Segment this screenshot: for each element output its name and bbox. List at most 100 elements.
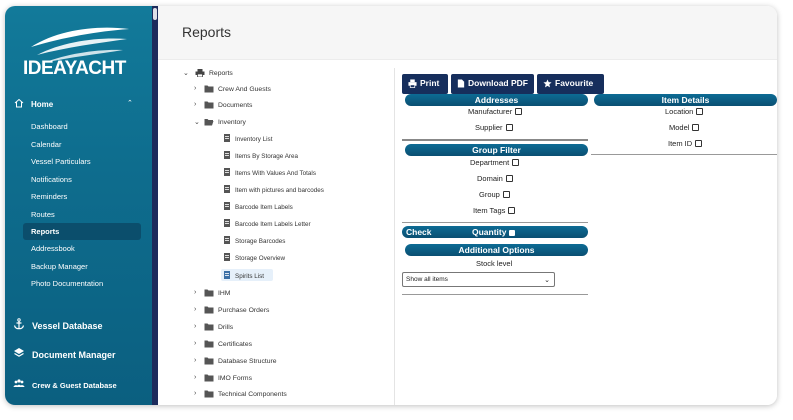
scrollbar-thumb[interactable] — [153, 8, 157, 20]
sidebar-item-dashboard[interactable]: Dashboard — [23, 118, 141, 135]
tree-label: Inventory List — [235, 136, 273, 143]
sidebar-section-document-manager[interactable]: Document Manager — [5, 344, 152, 366]
document-icon — [224, 151, 230, 159]
panel-divider — [394, 68, 395, 405]
group-field[interactable]: Group — [479, 190, 510, 199]
print-button[interactable]: Print — [402, 74, 448, 94]
divider — [402, 139, 588, 141]
folder-icon — [204, 357, 214, 365]
sidebar: IDEAYACHT Home ⌃ Dashboard Calendar Vess… — [5, 6, 152, 405]
folder-icon — [204, 306, 214, 314]
model-checkbox[interactable] — [692, 124, 700, 131]
location-field[interactable]: Location — [665, 107, 704, 116]
manufacturer-field[interactable]: Manufacturer — [468, 107, 523, 116]
chevron-down-icon: ⌄ — [544, 277, 550, 284]
brand-name: IDEAYACHT — [23, 58, 126, 79]
location-checkbox[interactable] — [696, 108, 704, 115]
document-icon — [224, 185, 230, 193]
tree-label: Certificates — [218, 341, 252, 348]
model-field[interactable]: Model — [669, 123, 700, 132]
tree-label: Documents — [218, 102, 253, 109]
tree-label: Technical Components — [218, 391, 287, 398]
supplier-checkbox[interactable] — [505, 124, 513, 131]
sidebar-item-backup-manager[interactable]: Backup Manager — [23, 258, 141, 275]
folder-icon — [204, 85, 214, 93]
tree-label: Barcode Item Labels — [235, 204, 293, 211]
stock-level-select[interactable]: Show all items ⌄ — [402, 272, 555, 287]
printer-icon — [195, 69, 205, 77]
sidebar-home[interactable]: Home ⌃ — [5, 94, 152, 114]
tree-label: Inventory — [218, 119, 246, 126]
chevron-up-icon[interactable]: ⌃ — [127, 99, 133, 107]
anchor-icon — [13, 318, 25, 330]
chevron-right-icon[interactable]: › — [194, 323, 202, 330]
sidebar-section-vessel-database[interactable]: Vessel Database — [5, 315, 152, 337]
sidebar-section-label: Crew & Guest Database — [32, 381, 117, 390]
divider — [402, 294, 588, 295]
chevron-right-icon[interactable]: › — [194, 357, 202, 364]
department-field[interactable]: Department — [470, 158, 520, 167]
quantity-checkbox[interactable] — [509, 230, 516, 236]
document-icon — [224, 168, 230, 176]
sidebar-item-reminders[interactable]: Reminders — [23, 188, 141, 205]
chevron-down-icon[interactable]: ⌄ — [194, 118, 202, 126]
chevron-right-icon[interactable]: › — [194, 306, 202, 313]
department-checkbox[interactable] — [512, 159, 520, 166]
item-id-checkbox[interactable] — [695, 140, 703, 147]
sidebar-item-photo-documentation[interactable]: Photo Documentation — [23, 275, 141, 292]
folder-icon — [204, 101, 214, 109]
tree-label: Storage Barcodes — [235, 238, 286, 245]
item-tags-checkbox[interactable] — [508, 207, 516, 214]
printer-icon — [408, 79, 417, 88]
domain-checkbox[interactable] — [505, 175, 513, 182]
sidebar-section-label: Vessel Database — [32, 321, 103, 331]
group-checkbox[interactable] — [502, 191, 510, 198]
stock-level-label: Stock level — [476, 259, 513, 268]
domain-field[interactable]: Domain — [477, 174, 513, 183]
tree-label: Item with pictures and barcodes — [235, 187, 324, 194]
main-content: Reports ⌄ Reports › Crew And Guests › Docum… — [158, 6, 777, 405]
folder-icon — [204, 340, 214, 348]
app-window: IDEAYACHT Home ⌃ Dashboard Calendar Vess… — [5, 6, 777, 405]
favourite-button[interactable]: Favourite — [537, 74, 604, 94]
sidebar-item-addressbook[interactable]: Addressbook — [23, 240, 141, 257]
document-icon — [224, 253, 230, 261]
report-tree: ⌄ Reports › Crew And Guests › Documents ⌄ Inv… — [183, 68, 395, 405]
tree-label: Purchase Orders — [218, 307, 270, 314]
tree-label: IMO Forms — [218, 375, 252, 382]
document-icon — [224, 271, 230, 279]
sidebar-item-vessel-particulars[interactable]: Vessel Particulars — [23, 153, 141, 170]
tree-label: Barcode Item Labels Letter — [235, 221, 311, 228]
sidebar-section-crew-guest-database[interactable]: Crew & Guest Database — [5, 374, 152, 396]
sidebar-section-label: Document Manager — [32, 350, 116, 360]
chevron-right-icon[interactable]: › — [194, 101, 202, 108]
tree-label: Crew And Guests — [218, 86, 271, 93]
home-icon — [14, 98, 24, 108]
layers-icon — [14, 348, 24, 357]
item-details-header: Item Details — [594, 94, 777, 106]
tree-label: Items By Storage Area — [235, 153, 298, 160]
download-pdf-button[interactable]: Download PDF — [451, 74, 534, 94]
tree-label: IHM — [218, 290, 231, 297]
item-id-field[interactable]: Item ID — [668, 139, 703, 148]
file-icon — [457, 79, 465, 88]
page-header: Reports — [158, 6, 777, 60]
chevron-right-icon[interactable]: › — [194, 289, 202, 296]
chevron-right-icon[interactable]: › — [194, 85, 202, 92]
supplier-field[interactable]: Supplier — [475, 123, 513, 132]
chevron-right-icon[interactable]: › — [194, 374, 202, 381]
folder-icon — [204, 289, 214, 297]
tree-label: Storage Overview — [235, 255, 286, 262]
manufacturer-checkbox[interactable] — [515, 108, 523, 115]
chevron-right-icon[interactable]: › — [194, 340, 202, 347]
sidebar-item-routes[interactable]: Routes — [23, 206, 141, 223]
item-tags-field[interactable]: Item Tags — [473, 206, 516, 215]
sidebar-item-reports[interactable]: Reports — [23, 223, 141, 240]
sidebar-item-notifications[interactable]: Notifications — [23, 171, 141, 188]
chevron-down-icon[interactable]: ⌄ — [183, 69, 191, 77]
divider — [591, 154, 777, 155]
sidebar-item-calendar[interactable]: Calendar — [23, 136, 141, 153]
quantity-field[interactable]: Quantity — [472, 226, 516, 238]
chevron-right-icon[interactable]: › — [194, 390, 202, 397]
folder-icon — [204, 323, 214, 331]
